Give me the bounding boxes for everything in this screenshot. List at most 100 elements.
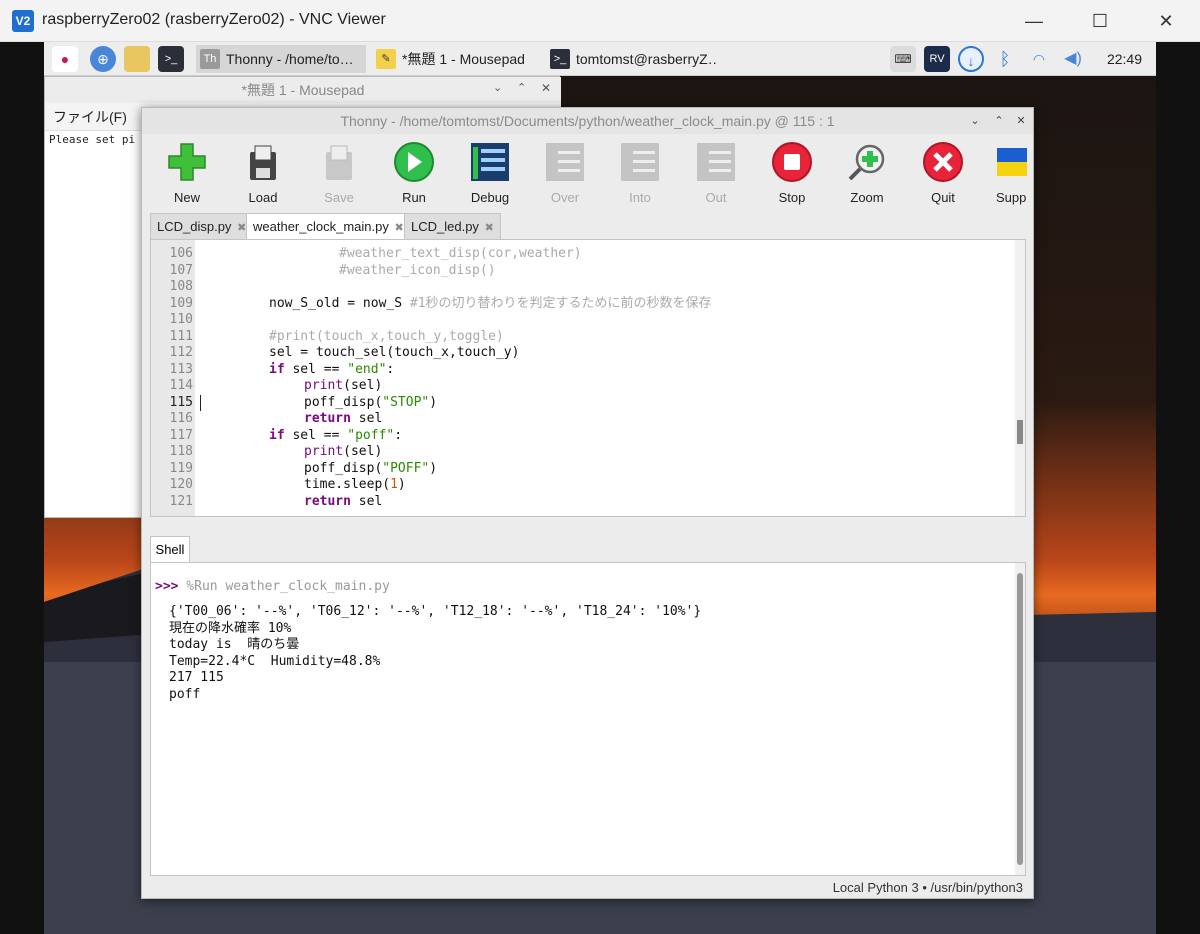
keyword: return xyxy=(304,493,351,509)
stop-label: Stop xyxy=(778,190,806,205)
code-editor[interactable]: 106 107 108 109 110 111 112 113 114 115 … xyxy=(150,239,1026,517)
step-into-label: Into xyxy=(629,190,651,205)
task-mousepad-label: *無題 1 - Mousepad xyxy=(402,51,525,67)
quit-label: Quit xyxy=(931,190,955,205)
file-manager-icon[interactable] xyxy=(124,46,150,72)
code-text: : xyxy=(386,361,395,377)
editor-scrollbar-thumb[interactable] xyxy=(1017,420,1023,444)
shell-command-line: >>> %Run weather_clock_main.py xyxy=(155,579,390,596)
tab-close-icon[interactable]: ✖ xyxy=(394,222,403,234)
shell-output-line: {'T00_06': '--%', 'T06_12': '--%', 'T12_… xyxy=(169,604,702,619)
code-line-115: poff_disp("STOP") xyxy=(304,395,437,412)
code-text: poff_disp( xyxy=(304,460,383,476)
keyboard-icon[interactable]: ⌨ xyxy=(890,46,916,72)
thonny-close-icon[interactable]: ✕ xyxy=(1012,112,1030,130)
raspberry-menu-icon[interactable]: ● xyxy=(52,46,78,72)
step-over-button[interactable]: Over xyxy=(530,138,600,208)
tab-lcd-led[interactable]: LCD_led.py ✖ xyxy=(404,213,501,239)
close-button[interactable]: ✕ xyxy=(1146,8,1186,34)
tab-lcd-disp[interactable]: LCD_disp.py ✖ xyxy=(150,213,254,239)
line-number: 116 xyxy=(169,411,193,426)
code-text: sel xyxy=(350,493,383,509)
comment: #weather_text_disp(cor,weather) xyxy=(339,246,582,261)
terminal-icon[interactable]: >_ xyxy=(158,46,184,72)
realvnc-icon[interactable]: RV xyxy=(924,46,950,72)
maximize-button[interactable]: ☐ xyxy=(1080,8,1120,34)
step-out-button[interactable]: Out xyxy=(681,138,751,208)
task-mousepad[interactable]: ✎ *無題 1 - Mousepad xyxy=(372,45,542,73)
step-into-button[interactable]: Into xyxy=(605,138,675,208)
code-line-111: #print(touch_x,touch_y,toggle) xyxy=(269,329,504,346)
vnc-window-title: raspberryZero02 (rasberryZero02) - VNC V… xyxy=(42,11,386,28)
thonny-collapse-icon[interactable]: ⌄ xyxy=(966,112,984,130)
code-text: ) xyxy=(429,460,438,476)
line-number: 112 xyxy=(169,345,193,360)
zoom-button[interactable]: Zoom xyxy=(832,138,902,208)
vnc-logo-icon: V2 xyxy=(12,10,34,32)
editor-scrollbar[interactable] xyxy=(1015,240,1025,516)
tab-close-icon[interactable]: ✖ xyxy=(237,222,246,234)
code-text: : xyxy=(394,427,403,443)
shell-panel[interactable]: >>> %Run weather_clock_main.py {'T00_06'… xyxy=(150,562,1026,876)
code-line-106: #weather_text_disp(cor,weather) xyxy=(339,246,582,263)
mp-collapse-icon[interactable]: ⌄ xyxy=(493,81,502,94)
interpreter-status[interactable]: Local Python 3 • /usr/bin/python3 xyxy=(833,880,1023,895)
clock[interactable]: 22:49 xyxy=(1107,51,1142,67)
code-line-121: return sel xyxy=(304,494,382,511)
support-button[interactable]: Supp xyxy=(977,138,1033,208)
code-text: ) xyxy=(429,394,438,410)
volume-icon[interactable]: ◀) xyxy=(1060,46,1086,72)
keyword: if xyxy=(269,427,285,443)
comment: #print(touch_x,touch_y,toggle) xyxy=(269,328,504,344)
line-number: 110 xyxy=(169,312,193,327)
mp-maximize-icon[interactable]: ⌃ xyxy=(517,81,526,94)
save-button[interactable]: Save xyxy=(304,138,374,208)
comment: #weather_icon_disp() xyxy=(339,262,496,278)
tab-weather-clock-main[interactable]: weather_clock_main.py ✖ xyxy=(246,213,411,240)
tab-shell[interactable]: Shell xyxy=(150,536,190,562)
code-line-113: if sel == "end": xyxy=(269,362,394,379)
quit-icon xyxy=(921,140,965,184)
line-number: 120 xyxy=(169,477,193,492)
updates-icon[interactable]: ↓ xyxy=(958,46,984,72)
code-line-114: print(sel) xyxy=(304,378,382,395)
bluetooth-icon[interactable]: ᛒ xyxy=(992,46,1018,72)
task-thonny-label: Thonny - /home/to… xyxy=(226,51,354,67)
browser-icon[interactable]: ⊕ xyxy=(90,46,116,72)
task-thonny[interactable]: Th Thonny - /home/to… xyxy=(196,45,366,73)
new-button[interactable]: New xyxy=(152,138,222,208)
load-button[interactable]: Load xyxy=(228,138,298,208)
step-over-icon xyxy=(543,140,587,184)
load-label: Load xyxy=(248,190,278,205)
code-line-118: print(sel) xyxy=(304,444,382,461)
run-button[interactable]: Run xyxy=(379,138,449,208)
shell-command: %Run weather_clock_main.py xyxy=(178,579,390,594)
builtin: print xyxy=(304,378,344,393)
mousepad-icon: ✎ xyxy=(376,49,396,69)
quit-button[interactable]: Quit xyxy=(908,138,978,208)
new-icon xyxy=(165,140,209,184)
minimize-button[interactable]: — xyxy=(1014,8,1054,34)
vnc-titlebar: V2 raspberryZero02 (rasberryZero02) - VN… xyxy=(0,0,1200,42)
wifi-icon[interactable]: ◠ xyxy=(1026,46,1052,72)
line-number: 114 xyxy=(169,378,193,393)
comment: #1秒の切り替わりを判定するために前の秒数を保存 xyxy=(409,295,712,311)
debug-button[interactable]: Debug xyxy=(455,138,525,208)
line-number-gutter: 106 107 108 109 110 111 112 113 114 115 … xyxy=(151,240,195,516)
line-number: 113 xyxy=(169,361,193,377)
shell-scrollbar-thumb[interactable] xyxy=(1017,573,1023,865)
viewer-border-left xyxy=(0,42,44,934)
mousepad-title: *無題 1 - Mousepad xyxy=(45,77,561,103)
task-terminal[interactable]: >_ tomtomst@rasberryZ… xyxy=(546,45,716,73)
shell-prompt: >>> xyxy=(155,579,179,594)
menu-file[interactable]: ファイル(F) xyxy=(53,109,127,125)
tab-close-icon[interactable]: ✖ xyxy=(485,222,494,234)
step-out-label: Out xyxy=(705,190,727,205)
thonny-maximize-icon[interactable]: ⌃ xyxy=(990,112,1008,130)
mousepad-text[interactable]: Please set pi xyxy=(49,133,135,146)
line-number: 118 xyxy=(169,444,193,459)
tab-label: LCD_led.py xyxy=(411,219,479,234)
shell-output-line: poff xyxy=(169,686,201,702)
mp-close-icon[interactable]: ✕ xyxy=(541,81,551,95)
stop-button[interactable]: Stop xyxy=(757,138,827,208)
